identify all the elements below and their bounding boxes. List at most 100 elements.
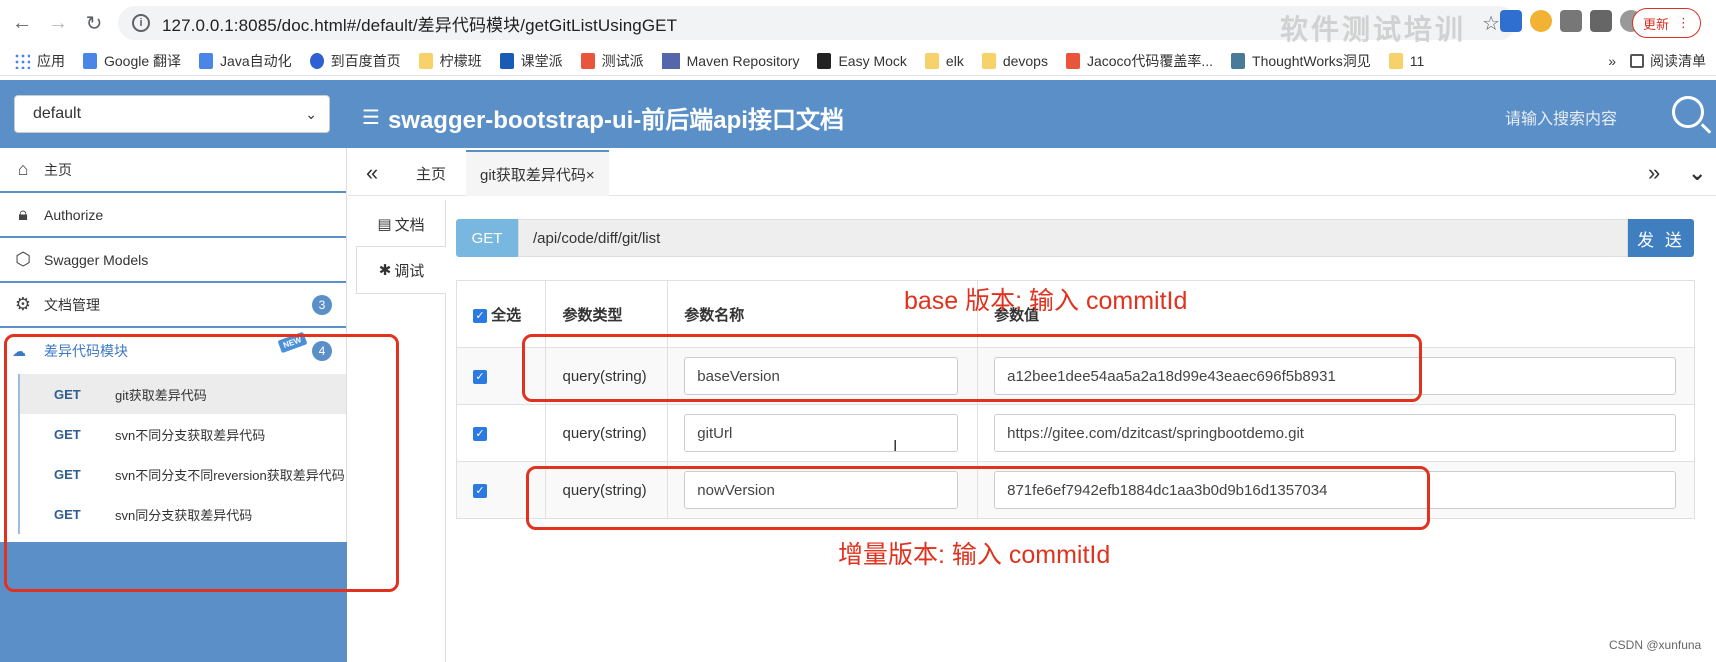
subtab-label: 调试 xyxy=(394,262,425,280)
bookmark-item[interactable]: 到百度首页 xyxy=(309,51,401,71)
param-value-field[interactable]: https://gitee.com/dzitcast/springbootdem… xyxy=(994,414,1677,452)
watermark: 软件测试培训 xyxy=(1280,14,1467,45)
extension-icon[interactable] xyxy=(1560,10,1582,32)
puzzle-icon[interactable] xyxy=(1590,10,1612,32)
search-icon[interactable] xyxy=(1672,96,1704,128)
sidebar-item-label: 主页 xyxy=(44,161,72,178)
page-title-text: swagger-bootstrap-ui-前后端api接口文档 xyxy=(387,107,844,134)
bookmarks-right: » 阅读清单 xyxy=(1608,51,1706,71)
jacoco-icon xyxy=(1065,52,1080,69)
reload-icon[interactable]: ↻ xyxy=(80,9,108,37)
tab-bar: « 主页 git获取差异代码× » ⌄ xyxy=(348,150,1716,196)
sidebar-item-label: 文档管理 xyxy=(44,296,100,313)
google-translate-icon xyxy=(83,52,97,69)
ketangpai-icon xyxy=(499,52,514,69)
info-icon[interactable]: i xyxy=(132,14,150,32)
request-method: GET xyxy=(456,219,518,257)
search-input[interactable]: 请输入搜索内容 xyxy=(1505,105,1617,129)
subtab-document[interactable]: ▤ 文档 xyxy=(356,200,446,248)
home-icon: ⌂ xyxy=(17,159,29,179)
sidebar-item-label: Swagger Models xyxy=(44,251,149,268)
bookmark-item[interactable]: 11 xyxy=(1388,52,1424,69)
bookmark-item[interactable]: 柠檬班 xyxy=(418,51,482,71)
extension-icon[interactable] xyxy=(1530,10,1552,32)
page-title: ☰ swagger-bootstrap-ui-前后端api接口文档 xyxy=(362,100,844,135)
csdn-watermark: CSDN @xunfuna xyxy=(1609,638,1702,652)
menu-icon[interactable]: ☰ xyxy=(362,105,380,130)
bookmark-item[interactable]: 测试派 xyxy=(580,51,644,71)
select-all-checkbox[interactable]: ✓ xyxy=(473,308,487,323)
update-label: 更新 xyxy=(1643,16,1670,32)
chevron-down-icon: ⌄ xyxy=(305,105,317,122)
tab-home[interactable]: 主页 xyxy=(402,150,460,196)
request-url-input[interactable]: /api/code/diff/git/list xyxy=(518,219,1628,257)
sidebar-item-home[interactable]: ⌂ 主页 xyxy=(0,148,346,193)
folder-icon xyxy=(1388,52,1403,69)
thoughtworks-icon xyxy=(1231,52,1246,69)
baidu-paw-icon xyxy=(309,52,324,69)
table-row: ✓ query(string) gitUrl https://gitee.com… xyxy=(455,404,1695,462)
document-icon: ▤ xyxy=(377,216,392,233)
count-badge: 3 xyxy=(312,295,332,315)
maven-icon xyxy=(661,52,680,69)
annotation-increment-text: 增量版本: 输入 commitId xyxy=(838,541,1111,569)
row-checkbox[interactable]: ✓ xyxy=(473,369,487,384)
folder-icon xyxy=(981,52,996,69)
annotation-base-text: base 版本: 输入 commitId xyxy=(904,287,1188,315)
sidebar-item-authorize[interactable]: 🔒︎ Authorize xyxy=(0,193,346,238)
send-button[interactable]: 发 送 xyxy=(1628,219,1694,257)
page: { "browser": { "url": "127.0.0.1:8085/do… xyxy=(0,0,1716,662)
extension-icons xyxy=(1500,10,1642,32)
bookmark-item[interactable]: Google 翻译 xyxy=(83,51,181,71)
group-select-value: default xyxy=(33,105,82,122)
group-select[interactable]: default ⌄ xyxy=(14,95,330,133)
page-icon xyxy=(199,52,214,69)
reading-list-icon xyxy=(1630,53,1644,68)
request-bar: GET /api/code/diff/git/list 发 送 xyxy=(456,219,1694,257)
url-text: 127.0.0.1:8085/doc.html#/default/差异代码模块/… xyxy=(162,15,678,35)
bookmarks-bar: 应用 Google 翻译 Java自动化 到百度首页 柠檬班 课堂派 测试派 M… xyxy=(0,46,1716,76)
bookmark-star-icon[interactable]: ☆ xyxy=(1482,11,1500,36)
tab-git-diff[interactable]: git获取差异代码× xyxy=(466,150,609,196)
text-cursor-icon: I xyxy=(893,438,898,455)
doc-settings-icon: ⚙ xyxy=(14,294,32,314)
sidebar-item-label: Authorize xyxy=(44,206,104,223)
cube-icon: ⬡ xyxy=(15,249,31,269)
annotation-box-now xyxy=(526,466,1430,530)
bookmark-item[interactable]: Jacoco代码覆盖率... xyxy=(1065,51,1213,71)
subtab-debug[interactable]: ✱ 调试 xyxy=(356,246,446,294)
bookmark-item[interactable]: elk xyxy=(924,52,964,69)
more-vert-icon[interactable]: ⋮ xyxy=(1677,15,1690,31)
bookmark-item[interactable]: 课堂派 xyxy=(499,51,563,71)
bookmarks-more-icon[interactable]: » xyxy=(1608,53,1616,69)
tab-prev-icon[interactable]: « xyxy=(366,160,378,186)
bookmark-item[interactable]: ThoughtWorks洞见 xyxy=(1231,51,1371,71)
param-name-field[interactable]: gitUrl xyxy=(684,414,959,452)
bookmark-item[interactable]: Easy Mock xyxy=(817,52,907,69)
sidebar-item-doc-manage[interactable]: ⚙ 文档管理 3 xyxy=(0,283,346,328)
bookmark-item[interactable]: Maven Repository xyxy=(661,52,799,69)
reading-list[interactable]: 阅读清单 xyxy=(1630,51,1706,71)
annotation-box-base xyxy=(522,334,1422,402)
bookmark-item[interactable]: Java自动化 xyxy=(199,51,292,71)
extension-icon[interactable] xyxy=(1500,10,1522,32)
bookmark-item[interactable]: 应用 xyxy=(14,51,65,71)
annotation-box-sidebar xyxy=(4,334,399,592)
back-arrow-icon[interactable]: ← xyxy=(8,9,36,37)
row-checkbox[interactable]: ✓ xyxy=(473,483,487,498)
update-button[interactable]: 更新 ⋮ xyxy=(1632,8,1702,38)
param-type: query(string) xyxy=(545,404,669,462)
forward-arrow-icon[interactable]: → xyxy=(44,9,72,37)
tab-collapse-icon[interactable]: ⌄ xyxy=(1688,160,1706,186)
bookmark-item[interactable]: devops xyxy=(981,52,1048,69)
row-checkbox[interactable]: ✓ xyxy=(473,426,487,441)
bug-icon: ✱ xyxy=(378,262,392,279)
subtab-label: 文档 xyxy=(394,216,425,234)
sidebar-item-swagger-models[interactable]: ⬡ Swagger Models xyxy=(0,238,346,283)
folder-icon xyxy=(418,52,433,69)
lock-icon: 🔒︎ xyxy=(18,204,28,224)
apps-grid-icon xyxy=(14,52,30,69)
ceshipai-icon xyxy=(580,52,595,69)
tab-next-icon[interactable]: » xyxy=(1648,160,1660,186)
easymock-icon xyxy=(817,52,832,69)
